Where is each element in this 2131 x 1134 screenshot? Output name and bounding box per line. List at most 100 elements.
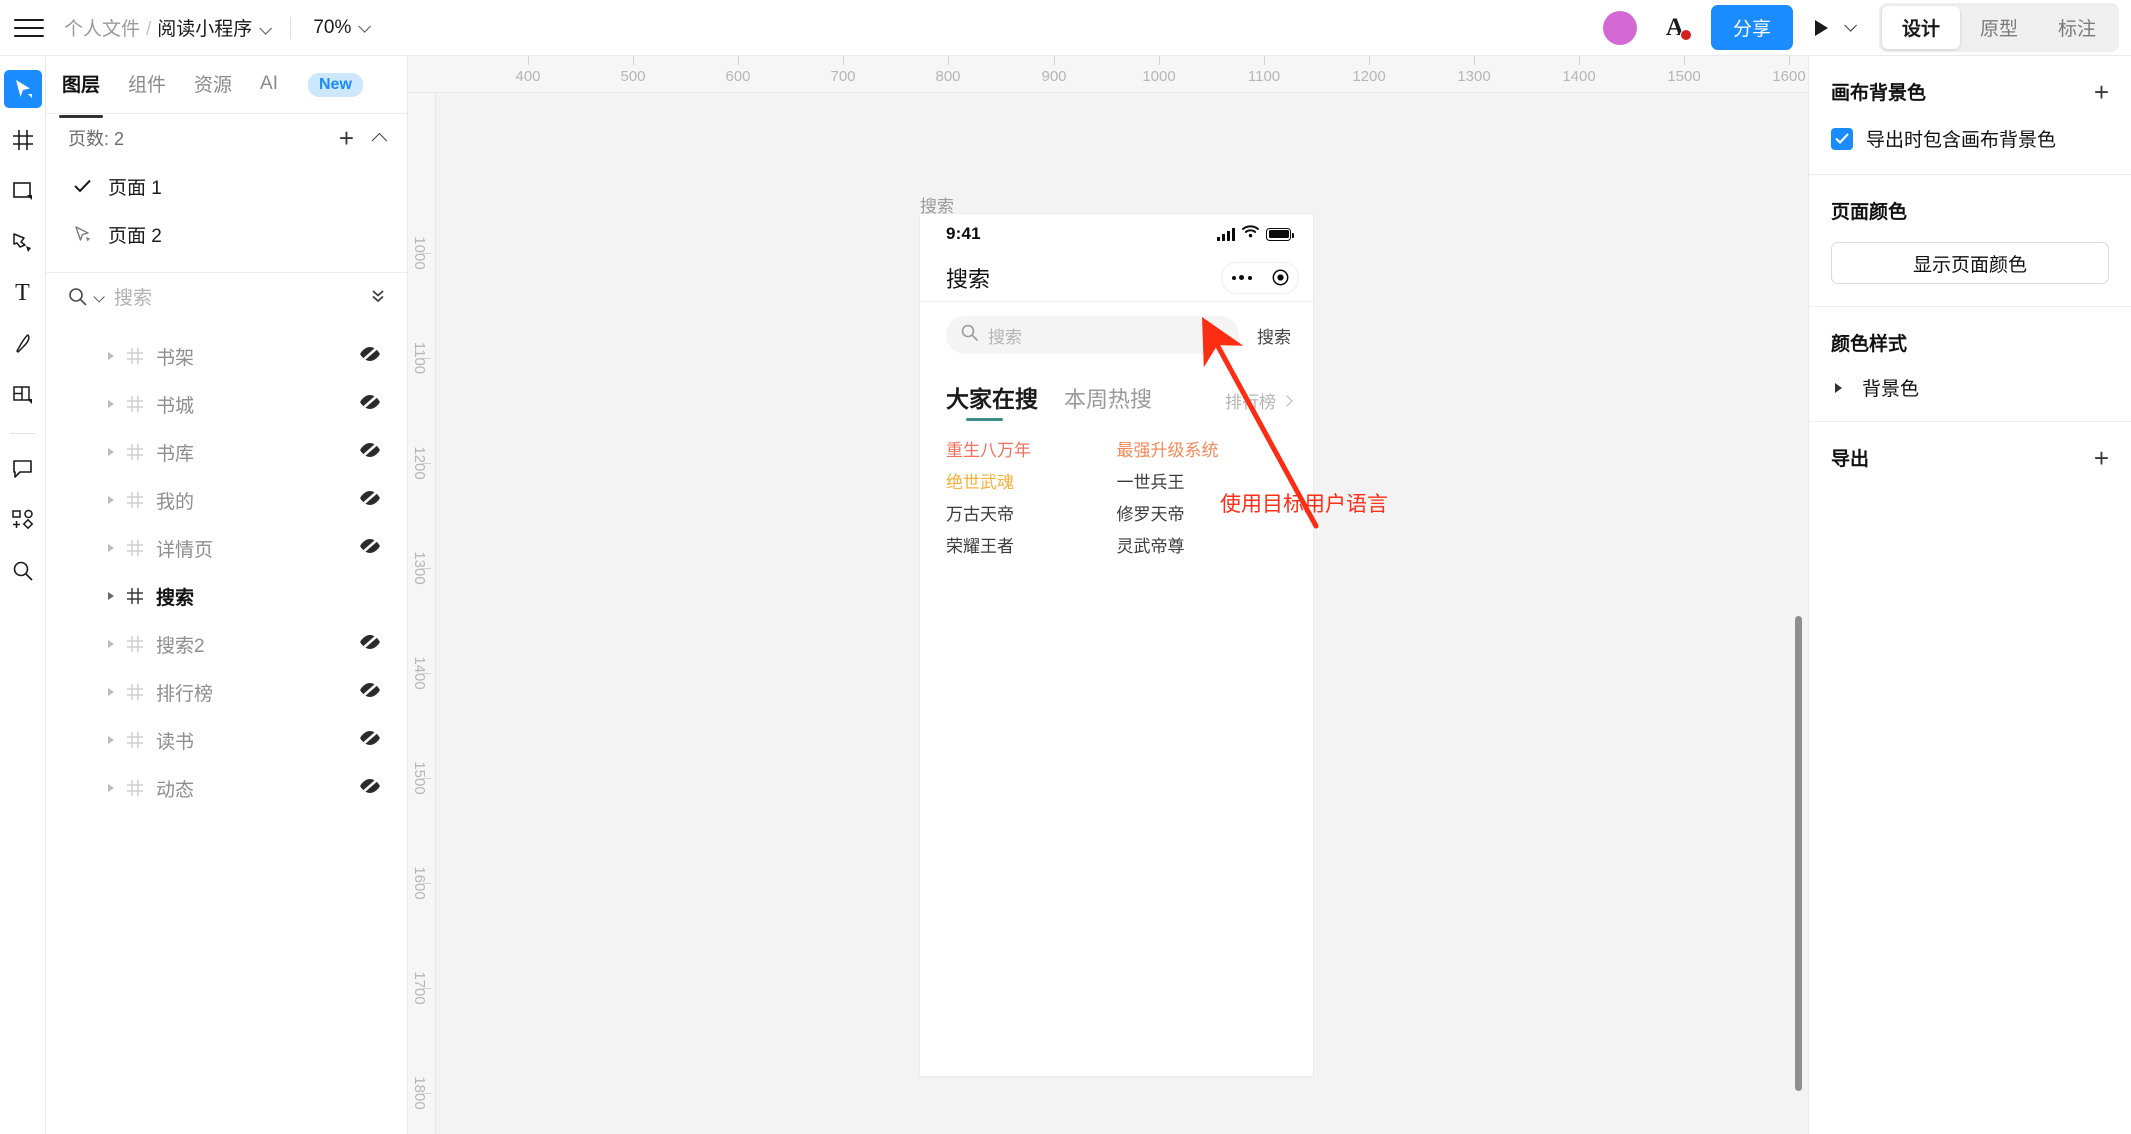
hidden-eye-icon[interactable] — [359, 393, 381, 415]
tab-ai[interactable]: AI — [260, 73, 278, 97]
color-style-name: 背景色 — [1862, 379, 1920, 400]
more-icon[interactable] — [1222, 275, 1262, 280]
add-page-button[interactable]: + — [339, 125, 354, 151]
show-page-color-button[interactable]: 显示页面颜色 — [1831, 242, 2109, 284]
layer-row[interactable]: 详情页 — [46, 524, 407, 572]
cursor-tool[interactable] — [3, 70, 42, 108]
frame-icon — [126, 683, 144, 701]
expand-arrow-icon[interactable] — [108, 544, 114, 552]
toolbar-divider — [290, 16, 292, 39]
add-canvas-background-button[interactable]: + — [2094, 79, 2109, 105]
hot-item[interactable]: 重生八万年 — [946, 435, 1117, 467]
signal-icon — [1217, 227, 1235, 241]
ai-assistant-icon[interactable]: A — [1659, 12, 1692, 44]
horizontal-ruler: 400 500 600 700 800 900 1000 1100 1200 1… — [408, 56, 1808, 93]
layer-row[interactable]: 排行榜 — [46, 668, 407, 716]
chevron-down-icon[interactable] — [93, 290, 105, 303]
chevron-down-icon[interactable] — [259, 22, 273, 35]
layer-row[interactable]: 搜索2 — [46, 620, 407, 668]
chevron-up-icon[interactable] — [371, 132, 388, 148]
tab-layers[interactable]: 图层 — [58, 70, 104, 118]
breadcrumb-file[interactable]: 阅读小程序 — [157, 14, 252, 41]
expand-arrow-icon[interactable] — [1835, 382, 1842, 393]
canvas-scrollbar[interactable] — [1795, 616, 1802, 1091]
ranking-link[interactable]: 排行榜 — [1225, 388, 1293, 421]
breadcrumb-folder[interactable]: 个人文件 — [64, 14, 140, 41]
search-input[interactable]: 搜索 — [946, 316, 1239, 354]
search-tool[interactable] — [4, 552, 42, 590]
expand-arrow-icon[interactable] — [108, 640, 114, 648]
avatar[interactable] — [1602, 10, 1637, 45]
ruler-label: 1700 — [411, 971, 428, 1005]
chevron-down-icon[interactable] — [1844, 19, 1857, 32]
component-tool[interactable] — [4, 501, 42, 539]
layer-row[interactable]: 书城 — [46, 380, 407, 428]
canvas-background-section: 画布背景色 + 导出时包含画布背景色 — [1809, 56, 2131, 174]
hot-item[interactable]: 灵武帝尊 — [1117, 531, 1288, 563]
mini-program-capsule[interactable] — [1221, 261, 1299, 294]
hot-item[interactable]: 绝世武魂 — [946, 467, 1117, 499]
frame-tool[interactable] — [4, 121, 42, 159]
frame-icon — [126, 491, 144, 509]
tab-design[interactable]: 设计 — [1881, 6, 1960, 49]
add-export-button[interactable]: + — [2094, 445, 2109, 471]
page-item-2[interactable]: 页面 2 — [46, 210, 407, 258]
search-submit-button[interactable]: 搜索 — [1257, 323, 1291, 348]
expand-arrow-icon[interactable] — [108, 592, 114, 600]
hot-item[interactable]: 荣耀王者 — [946, 531, 1117, 563]
layer-row[interactable]: 书库 — [46, 428, 407, 476]
breadcrumb[interactable]: 个人文件 / 阅读小程序 — [64, 14, 273, 41]
tab-assets[interactable]: 资源 — [194, 70, 232, 99]
hidden-eye-icon[interactable] — [359, 633, 381, 655]
hidden-eye-icon[interactable] — [359, 441, 381, 463]
tab-weekly-hot[interactable]: 本周热搜 — [1064, 382, 1152, 421]
comment-tool[interactable] — [4, 450, 42, 488]
layer-row[interactable]: 我的 — [46, 476, 407, 524]
pen-tool[interactable] — [4, 223, 42, 261]
expand-arrow-icon[interactable] — [108, 400, 114, 408]
search-input[interactable] — [114, 287, 369, 310]
hidden-eye-icon[interactable] — [359, 729, 381, 751]
close-target-icon[interactable] — [1262, 269, 1299, 286]
menu-icon[interactable] — [14, 18, 44, 37]
canvas-area[interactable]: 400 500 600 700 800 900 1000 1100 1200 1… — [408, 56, 1808, 1134]
layer-row[interactable]: 读书 — [46, 716, 407, 764]
zoom-control[interactable]: 70% — [313, 17, 372, 39]
ruler-label: 1200 — [1352, 68, 1386, 85]
present-button[interactable] — [1814, 19, 1828, 36]
artboard-search-screen[interactable]: 9:41 搜索 搜索 搜索 大家在搜 本周热搜 排行榜 重生八万年 最强升级系统… — [920, 214, 1313, 1076]
layer-row-selected[interactable]: 搜索 — [46, 572, 407, 620]
hot-item[interactable]: 万古天帝 — [946, 499, 1117, 531]
hidden-eye-icon[interactable] — [359, 345, 381, 367]
page-item-1[interactable]: 页面 1 — [46, 162, 407, 210]
expand-arrow-icon[interactable] — [108, 352, 114, 360]
tab-inspect[interactable]: 标注 — [2038, 6, 2116, 49]
tab-everyone-searching[interactable]: 大家在搜 — [946, 380, 1038, 421]
hot-item[interactable]: 最强升级系统 — [1117, 435, 1288, 467]
slice-tool[interactable] — [4, 376, 42, 414]
color-style-item[interactable]: 背景色 — [1831, 374, 2109, 421]
hidden-eye-icon[interactable] — [359, 537, 381, 559]
tab-components[interactable]: 组件 — [128, 70, 166, 99]
expand-arrow-icon[interactable] — [108, 448, 114, 456]
include-background-checkbox[interactable] — [1831, 127, 1853, 150]
expand-arrow-icon[interactable] — [108, 736, 114, 744]
search-icon — [961, 324, 978, 346]
text-tool[interactable]: T — [4, 274, 42, 312]
hidden-eye-icon[interactable] — [359, 489, 381, 511]
layer-row[interactable]: 动态 — [46, 764, 407, 812]
collapse-all-icon[interactable] — [369, 287, 387, 310]
expand-arrow-icon[interactable] — [108, 784, 114, 792]
status-time: 9:41 — [946, 224, 981, 243]
expand-arrow-icon[interactable] — [108, 688, 114, 696]
hidden-eye-icon[interactable] — [359, 777, 381, 799]
expand-arrow-icon[interactable] — [108, 496, 114, 504]
rectangle-tool[interactable] — [4, 172, 42, 210]
layer-row[interactable]: 书架 — [46, 332, 407, 380]
chevron-down-icon[interactable] — [358, 19, 372, 33]
hidden-eye-icon[interactable] — [359, 681, 381, 703]
pencil-tool[interactable] — [4, 325, 42, 363]
ruler-label: 1400 — [411, 656, 428, 690]
share-button[interactable]: 分享 — [1710, 5, 1793, 50]
tab-prototype[interactable]: 原型 — [1960, 6, 2038, 49]
